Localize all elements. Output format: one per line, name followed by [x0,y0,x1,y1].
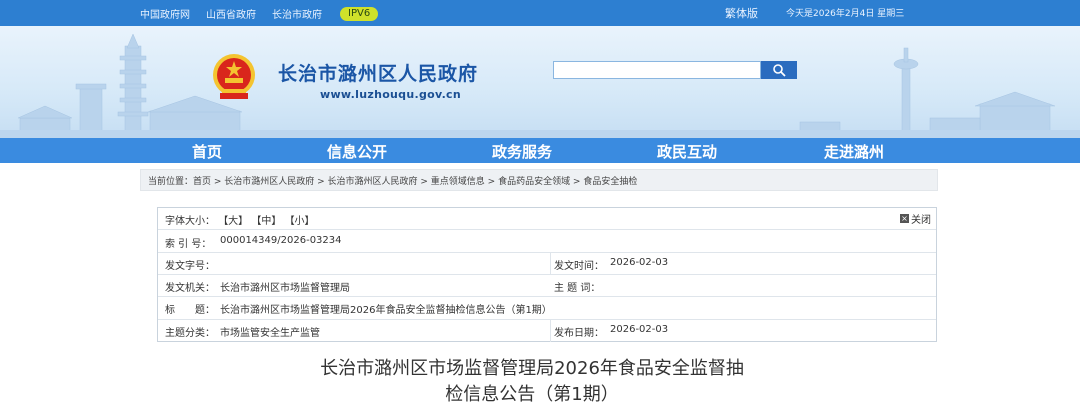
nav-info-disclosure[interactable]: 信息公开 [327,141,387,162]
publish-date-label: 发布日期： [554,328,604,339]
top-link-gov[interactable]: 中国政府网 [140,6,190,21]
document-info-table: 字体大小： 【大】 【中】 【小】 × 关闭 索 引 号： 000014349/… [157,207,937,342]
subject-words-label: 主 题 词： [554,283,601,294]
ipv6-badge: IPV6 [340,6,379,21]
title-label: 标 题： [165,305,215,316]
issuer-label: 发文机关： [165,283,215,294]
breadcrumb-label: 当前位置： [148,177,194,187]
search-input[interactable] [553,61,761,79]
issuer-value: 长治市潞州区市场监督管理局 [220,283,350,294]
issue-date-value: 2026-02-03 [610,257,669,268]
close-label: 关闭 [911,215,931,226]
site-header: 长治市潞州区人民政府 www.luzhouqu.gov.cn [0,26,1080,138]
font-large-button[interactable]: 【大】 [218,216,248,227]
main-nav: 首页 信息公开 政务服务 政民互动 走进潞州 [0,138,1080,163]
city-skyline-illustration [0,33,1080,138]
font-small-button[interactable]: 【小】 [285,216,315,227]
emblem-icon [213,54,255,99]
category-label: 主题分类： [165,328,215,339]
top-link-city[interactable]: 长治市政府 [272,6,322,21]
date-text: 今天是2026年2月4日 星期三 [786,9,905,19]
search-button[interactable] [761,61,797,79]
font-size-row: 字体大小： 【大】 【中】 【小】 × 关闭 [158,208,936,230]
category-row: 主题分类： 市场监管安全生产监管 发布日期： 2026-02-03 [158,320,936,342]
traditional-chinese-link[interactable]: 繁体版 [725,5,758,21]
category-value: 市场监管安全生产监管 [220,328,320,339]
title-value: 长治市潞州区市场监督管理局2026年食品安全监督抽检信息公告（第1期） [220,305,552,316]
index-row: 索 引 号： 000014349/2026-03234 [158,231,936,253]
doc-no-label: 发文字号： [165,261,215,272]
site-url: www.luzhouqu.gov.cn [320,88,462,101]
article-title: 长治市潞州区市场监督管理局2026年食品安全监督抽 检信息公告（第1期） [0,356,1080,408]
national-emblem [210,51,258,103]
top-bar: 中国政府网 山西省政府 长治市政府 IPV6 繁体版 今天是2026年2月4日 … [0,0,1080,26]
nav-about-luzhou[interactable]: 走进潞州 [824,141,884,162]
search-icon [773,64,786,77]
top-link-province[interactable]: 山西省政府 [206,6,256,21]
nav-gov-services[interactable]: 政务服务 [492,141,552,162]
nav-interaction[interactable]: 政民互动 [657,141,717,162]
title-row: 标 题： 长治市潞州区市场监督管理局2026年食品安全监督抽检信息公告（第1期） [158,297,936,320]
article-title-line-1: 长治市潞州区市场监督管理局2026年食品安全监督抽 [320,358,744,379]
issuer-row: 发文机关： 长治市潞州区市场监督管理局 主 题 词： [158,275,936,297]
site-title[interactable]: 长治市潞州区人民政府 [278,59,478,86]
index-label: 索 引 号： [165,239,212,250]
issue-date-label: 发文时间： [554,261,604,272]
font-medium-button[interactable]: 【中】 [251,216,281,227]
top-links: 中国政府网 山西省政府 长治市政府 IPV6 [140,6,379,21]
breadcrumb-path[interactable]: 首页 > 长治市潞州区人民政府 > 长治市潞州区人民政府 > 重点领域信息 > … [193,177,637,187]
doc-no-row: 发文字号： 发文时间： 2026-02-03 [158,253,936,275]
publish-date-value: 2026-02-03 [610,324,669,335]
article-title-line-2: 检信息公告（第1期） [445,384,619,405]
nav-home[interactable]: 首页 [192,141,222,162]
index-value: 000014349/2026-03234 [220,235,342,246]
close-icon: × [900,214,909,223]
close-button[interactable]: × 关闭 [900,211,931,226]
breadcrumb: 当前位置：首页 > 长治市潞州区人民政府 > 长治市潞州区人民政府 > 重点领域… [140,169,938,191]
font-size-label: 字体大小： [165,216,215,227]
